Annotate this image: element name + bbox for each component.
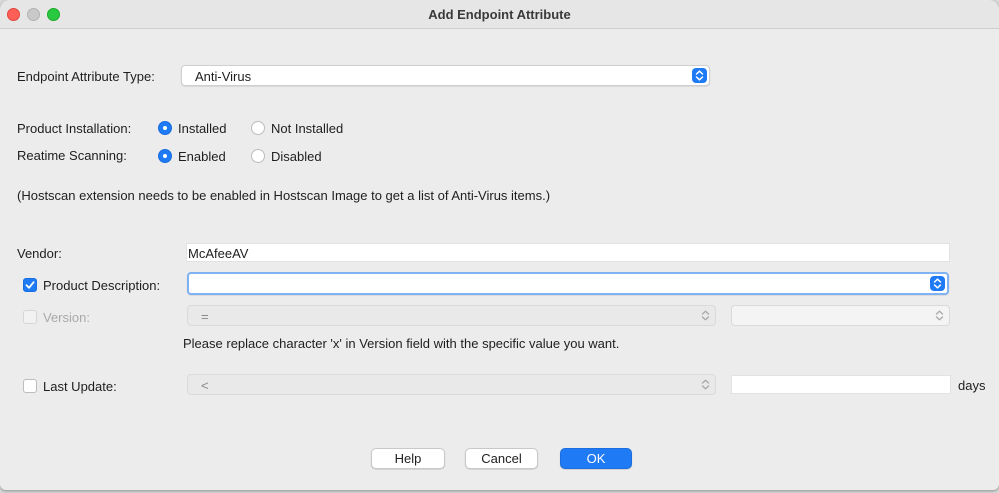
disabled-radio-label: Disabled xyxy=(271,149,322,164)
version-operator-value: = xyxy=(201,309,209,324)
title-bar: Add Endpoint Attribute xyxy=(0,0,999,29)
last-update-operator-select[interactable]: < xyxy=(187,374,716,395)
last-update-label: Last Update: xyxy=(43,379,117,394)
installed-radio[interactable] xyxy=(158,121,172,135)
vendor-field[interactable]: McAfeeAV xyxy=(186,243,950,262)
vendor-value: McAfeeAV xyxy=(188,246,249,261)
updown-chevron-icon xyxy=(698,377,713,392)
attribute-type-label: Endpoint Attribute Type: xyxy=(17,69,155,84)
cancel-button[interactable]: Cancel xyxy=(465,448,538,469)
installed-radio-label: Installed xyxy=(178,121,227,136)
hostscan-hint: (Hostscan extension needs to be enabled … xyxy=(17,188,551,203)
vendor-label: Vendor: xyxy=(17,246,62,261)
attribute-type-value: Anti-Virus xyxy=(195,69,252,84)
product-description-checkbox[interactable] xyxy=(23,278,37,292)
updown-chevron-icon xyxy=(698,308,713,323)
last-update-operator-value: < xyxy=(201,378,209,393)
enabled-radio-label: Enabled xyxy=(178,149,226,164)
not-installed-radio[interactable] xyxy=(251,121,265,135)
version-value-select[interactable] xyxy=(731,305,950,326)
version-operator-select[interactable]: = xyxy=(187,305,716,326)
not-installed-radio-label: Not Installed xyxy=(271,121,344,136)
enabled-radio[interactable] xyxy=(158,149,172,163)
disabled-radio[interactable] xyxy=(251,149,265,163)
version-label: Version: xyxy=(43,310,90,325)
days-unit-label: days xyxy=(958,378,986,393)
product-description-select[interactable] xyxy=(187,272,949,295)
version-checkbox[interactable] xyxy=(23,310,37,324)
updown-chevron-icon xyxy=(930,276,945,291)
realtime-scanning-label: Reatime Scanning: xyxy=(17,148,127,163)
updown-chevron-icon xyxy=(692,68,707,83)
help-button[interactable]: Help xyxy=(371,448,445,469)
updown-chevron-icon xyxy=(932,308,947,323)
product-description-label: Product Description: xyxy=(43,278,161,293)
checkmark-icon xyxy=(25,281,35,289)
window-title: Add Endpoint Attribute xyxy=(428,7,571,22)
ok-button[interactable]: OK xyxy=(560,448,632,469)
dialog-window: Add Endpoint Attribute Endpoint Attribut… xyxy=(0,0,999,490)
attribute-type-select[interactable]: Anti-Virus xyxy=(181,65,710,86)
product-installation-label: Product Installation: xyxy=(17,121,132,136)
last-update-days-field[interactable] xyxy=(731,375,951,394)
version-note: Please replace character 'x' in Version … xyxy=(183,336,620,351)
last-update-checkbox[interactable] xyxy=(23,379,37,393)
